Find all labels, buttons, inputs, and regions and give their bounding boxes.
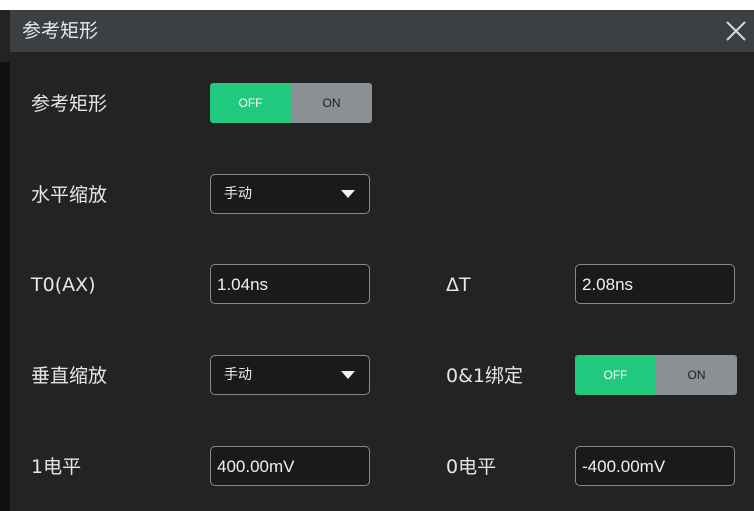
t0-input[interactable]: 1.04ns: [210, 264, 370, 304]
delta-t-input[interactable]: 2.08ns: [575, 264, 735, 304]
reference-rectangle-dialog: 参考矩形 参考矩形 OFF ON 水平缩放 手动 T0(AX) 1.04ns Δ…: [0, 10, 754, 511]
level0-label: 0电平: [446, 456, 497, 478]
delta-t-value: 2.08ns: [582, 275, 634, 294]
horizontal-scale-label: 水平缩放: [31, 184, 108, 206]
ref-rect-toggle-on[interactable]: ON: [291, 83, 372, 123]
level0-value: -400.00mV: [582, 457, 666, 476]
bind-01-toggle[interactable]: OFF ON: [575, 355, 737, 395]
close-button[interactable]: [722, 17, 750, 45]
ref-rect-label: 参考矩形: [31, 93, 108, 115]
t0-label: T0(AX): [31, 274, 96, 296]
dialog-title: 参考矩形: [22, 20, 99, 42]
ref-rect-toggle[interactable]: OFF ON: [210, 83, 372, 123]
vertical-scale-value: 手动: [224, 367, 252, 383]
close-icon: [726, 21, 746, 41]
delta-t-label: ΔT: [446, 274, 471, 296]
vertical-scale-label: 垂直缩放: [31, 365, 108, 387]
level0-input[interactable]: -400.00mV: [575, 446, 735, 486]
bind-01-toggle-on[interactable]: ON: [656, 355, 737, 395]
dialog-left-edge: [0, 62, 10, 511]
dialog-titlebar: 参考矩形: [10, 10, 754, 52]
level1-input[interactable]: 400.00mV: [210, 446, 370, 486]
bind-01-label: 0&1绑定: [446, 365, 523, 387]
bind-01-toggle-off[interactable]: OFF: [575, 355, 656, 395]
dropdown-caret-icon: [341, 190, 355, 198]
ref-rect-toggle-off[interactable]: OFF: [210, 83, 291, 123]
t0-value: 1.04ns: [217, 275, 269, 294]
dropdown-caret-icon: [341, 371, 355, 379]
level1-value: 400.00mV: [217, 457, 295, 476]
vertical-scale-select[interactable]: 手动: [210, 355, 370, 395]
horizontal-scale-value: 手动: [224, 186, 252, 202]
level1-label: 1电平: [31, 456, 82, 478]
horizontal-scale-select[interactable]: 手动: [210, 174, 370, 214]
